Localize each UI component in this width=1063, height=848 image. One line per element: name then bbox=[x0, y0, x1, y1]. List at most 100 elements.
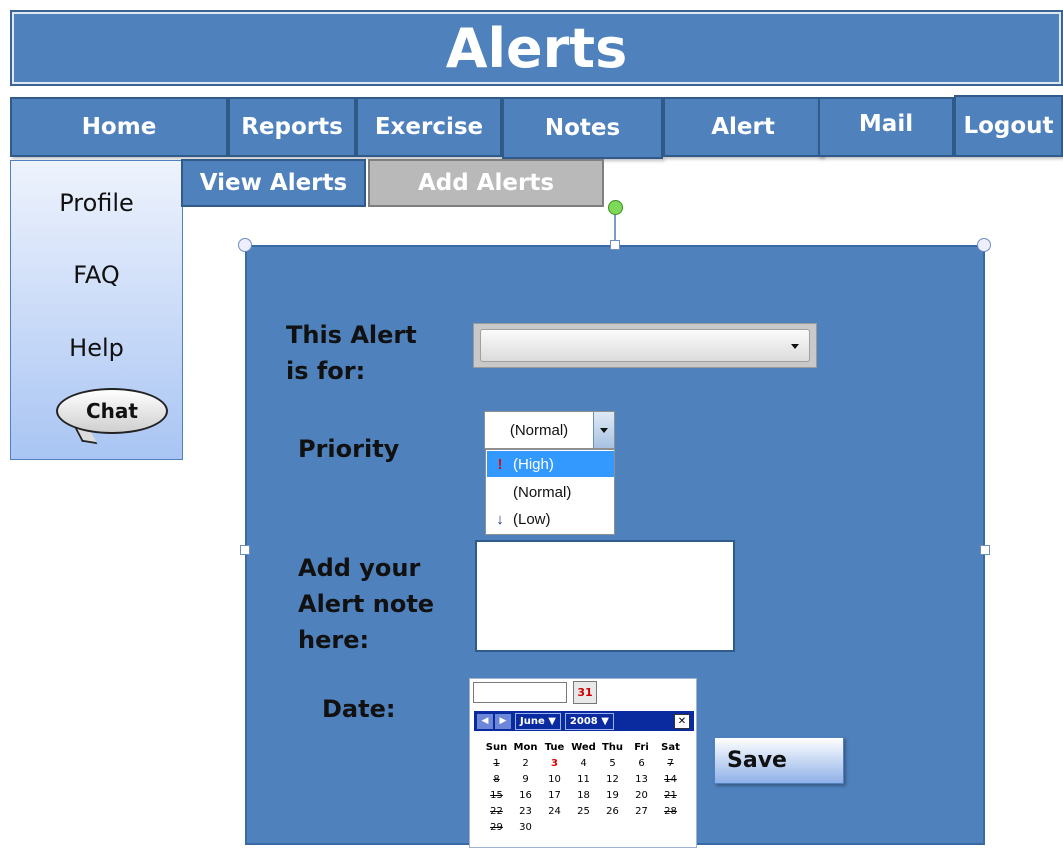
date-label: Date: bbox=[322, 695, 396, 723]
nav-tab-home[interactable]: Home bbox=[10, 97, 228, 157]
month-value: June bbox=[520, 715, 545, 727]
close-icon[interactable]: ✕ bbox=[674, 713, 690, 729]
resize-handle-left[interactable] bbox=[240, 545, 250, 555]
exclamation-icon: ! bbox=[497, 455, 503, 473]
calendar-weekday-row: Sun Mon Tue Wed Thu Fri Sat bbox=[482, 739, 688, 755]
calendar-day[interactable]: 6 bbox=[627, 758, 656, 769]
calendar-day[interactable]: 3 bbox=[540, 758, 569, 769]
calendar-header: ◀ ▶ June ▼ 2008 ▼ ✕ bbox=[474, 711, 694, 731]
calendar-day[interactable]: 10 bbox=[540, 774, 569, 785]
calendar-day[interactable]: 7 bbox=[656, 758, 685, 769]
calendar-day[interactable]: 15 bbox=[482, 790, 511, 801]
calendar-day[interactable]: 17 bbox=[540, 790, 569, 801]
save-label: Save bbox=[727, 748, 787, 773]
calendar-day[interactable]: 1 bbox=[482, 758, 511, 769]
calendar-week-row: 15 16 17 18 19 20 21 bbox=[482, 787, 688, 803]
priority-option-low[interactable]: ↓ (Low) bbox=[487, 506, 614, 532]
calendar-day[interactable]: 23 bbox=[511, 806, 540, 817]
calendar-day[interactable]: 4 bbox=[569, 758, 598, 769]
calendar-day[interactable]: 16 bbox=[511, 790, 540, 801]
nav-tab-notes[interactable]: Notes bbox=[502, 97, 663, 159]
alert-recipient-select-box bbox=[480, 329, 810, 362]
calendar-day[interactable]: 26 bbox=[598, 806, 627, 817]
prev-month-icon[interactable]: ◀ bbox=[477, 713, 493, 729]
calendar-day[interactable]: 19 bbox=[598, 790, 627, 801]
resize-handle-top[interactable] bbox=[610, 240, 620, 250]
calendar-day[interactable]: 21 bbox=[656, 790, 685, 801]
weekday-header: Wed bbox=[571, 741, 596, 753]
chat-button[interactable]: Chat bbox=[56, 388, 168, 434]
calendar-icon[interactable]: 31 bbox=[573, 681, 597, 704]
next-month-icon[interactable]: ▶ bbox=[495, 713, 511, 729]
calendar-day[interactable]: 27 bbox=[627, 806, 656, 817]
priority-option-label: (High) bbox=[513, 455, 554, 473]
calendar-week-row: 8 9 10 11 12 13 14 bbox=[482, 771, 688, 787]
calendar-day[interactable]: 11 bbox=[569, 774, 598, 785]
sidebar-item-faq[interactable]: FAQ bbox=[11, 261, 182, 289]
priority-option-label: (Low) bbox=[513, 510, 551, 528]
calendar-day[interactable]: 8 bbox=[482, 774, 511, 785]
tab-add-alerts[interactable]: Add Alerts bbox=[368, 159, 604, 207]
calendar-day[interactable]: 29 bbox=[482, 822, 511, 833]
priority-label: Priority bbox=[298, 435, 400, 463]
nav-tab-reports[interactable]: Reports bbox=[228, 97, 356, 157]
calendar-day[interactable]: 20 bbox=[627, 790, 656, 801]
alert-note-label-line1: Add your bbox=[298, 554, 421, 582]
calendar-day[interactable]: 28 bbox=[656, 806, 685, 817]
calendar-day[interactable]: 5 bbox=[598, 758, 627, 769]
rotate-handle[interactable] bbox=[608, 200, 623, 215]
calendar-day[interactable]: 9 bbox=[511, 774, 540, 785]
priority-option-high[interactable]: ! (High) bbox=[487, 451, 614, 477]
tab-view-alerts[interactable]: View Alerts bbox=[181, 159, 366, 207]
weekday-header: Mon bbox=[513, 741, 538, 753]
month-select[interactable]: June ▼ bbox=[515, 712, 561, 730]
alert-for-label: This Alert is for: bbox=[286, 317, 417, 389]
page-title: Alerts bbox=[445, 16, 628, 80]
date-picker: 31 ◀ ▶ June ▼ 2008 ▼ ✕ Sun Mon Tue Wed Thu Fr… bbox=[469, 678, 697, 848]
sidebar-item-help[interactable]: Help bbox=[11, 334, 182, 362]
alert-recipient-select[interactable] bbox=[473, 323, 817, 368]
calendar-day[interactable]: 14 bbox=[656, 774, 685, 785]
weekday-header: Sun bbox=[485, 741, 508, 753]
year-select[interactable]: 2008 ▼ bbox=[564, 712, 614, 730]
priority-options-list: ! (High) (Normal) ↓ (Low) bbox=[485, 449, 615, 535]
alert-for-label-line1: This Alert bbox=[286, 321, 417, 349]
date-input[interactable] bbox=[473, 682, 567, 703]
calendar-day[interactable]: 12 bbox=[598, 774, 627, 785]
calendar-day[interactable]: 13 bbox=[627, 774, 656, 785]
weekday-header: Sat bbox=[661, 741, 680, 753]
calendar-day[interactable]: 2 bbox=[511, 758, 540, 769]
dropdown-arrow-icon[interactable] bbox=[593, 412, 614, 448]
down-arrow-icon: ↓ bbox=[496, 510, 504, 528]
resize-handle-right[interactable] bbox=[980, 545, 990, 555]
calendar-day[interactable]: 22 bbox=[482, 806, 511, 817]
priority-select[interactable]: (Normal) bbox=[484, 411, 615, 449]
priority-option-label: (Normal) bbox=[513, 483, 572, 501]
calendar-day[interactable]: 25 bbox=[569, 806, 598, 817]
priority-option-normal[interactable]: (Normal) bbox=[487, 479, 614, 505]
alert-note-label: Add your Alert note here: bbox=[298, 550, 434, 658]
nav-tab-logout[interactable]: Logout bbox=[954, 95, 1063, 157]
calendar-week-row: 22 23 24 25 26 27 28 bbox=[482, 803, 688, 819]
calendar-grid: Sun Mon Tue Wed Thu Fri Sat 1 2 3 4 5 6 7 8 9 10 11 12 13 14… bbox=[482, 739, 688, 835]
priority-selected-value: (Normal) bbox=[509, 421, 569, 439]
weekday-header: Tue bbox=[544, 741, 565, 753]
sidebar-item-profile[interactable]: Profile bbox=[11, 189, 182, 217]
nav-tab-exercise[interactable]: Exercise bbox=[356, 97, 502, 157]
title-banner: Alerts bbox=[10, 10, 1063, 86]
calendar-day[interactable]: 24 bbox=[540, 806, 569, 817]
alert-note-label-line3: here: bbox=[298, 626, 370, 654]
save-button[interactable]: Save bbox=[714, 737, 844, 784]
nav-tab-mail[interactable]: Mail bbox=[818, 97, 954, 157]
resize-handle-top-right[interactable] bbox=[977, 238, 991, 252]
alert-note-textarea[interactable] bbox=[475, 540, 735, 652]
calendar-day[interactable]: 18 bbox=[569, 790, 598, 801]
nav-tab-alert[interactable]: Alert bbox=[663, 97, 823, 157]
year-value: 2008 bbox=[569, 715, 598, 727]
chevron-down-icon bbox=[791, 344, 799, 349]
calendar-day[interactable]: 30 bbox=[511, 822, 540, 833]
weekday-header: Fri bbox=[634, 741, 649, 753]
alert-note-label-line2: Alert note bbox=[298, 590, 435, 618]
resize-handle-top-left[interactable] bbox=[238, 238, 252, 252]
chat-label: Chat bbox=[86, 399, 138, 423]
